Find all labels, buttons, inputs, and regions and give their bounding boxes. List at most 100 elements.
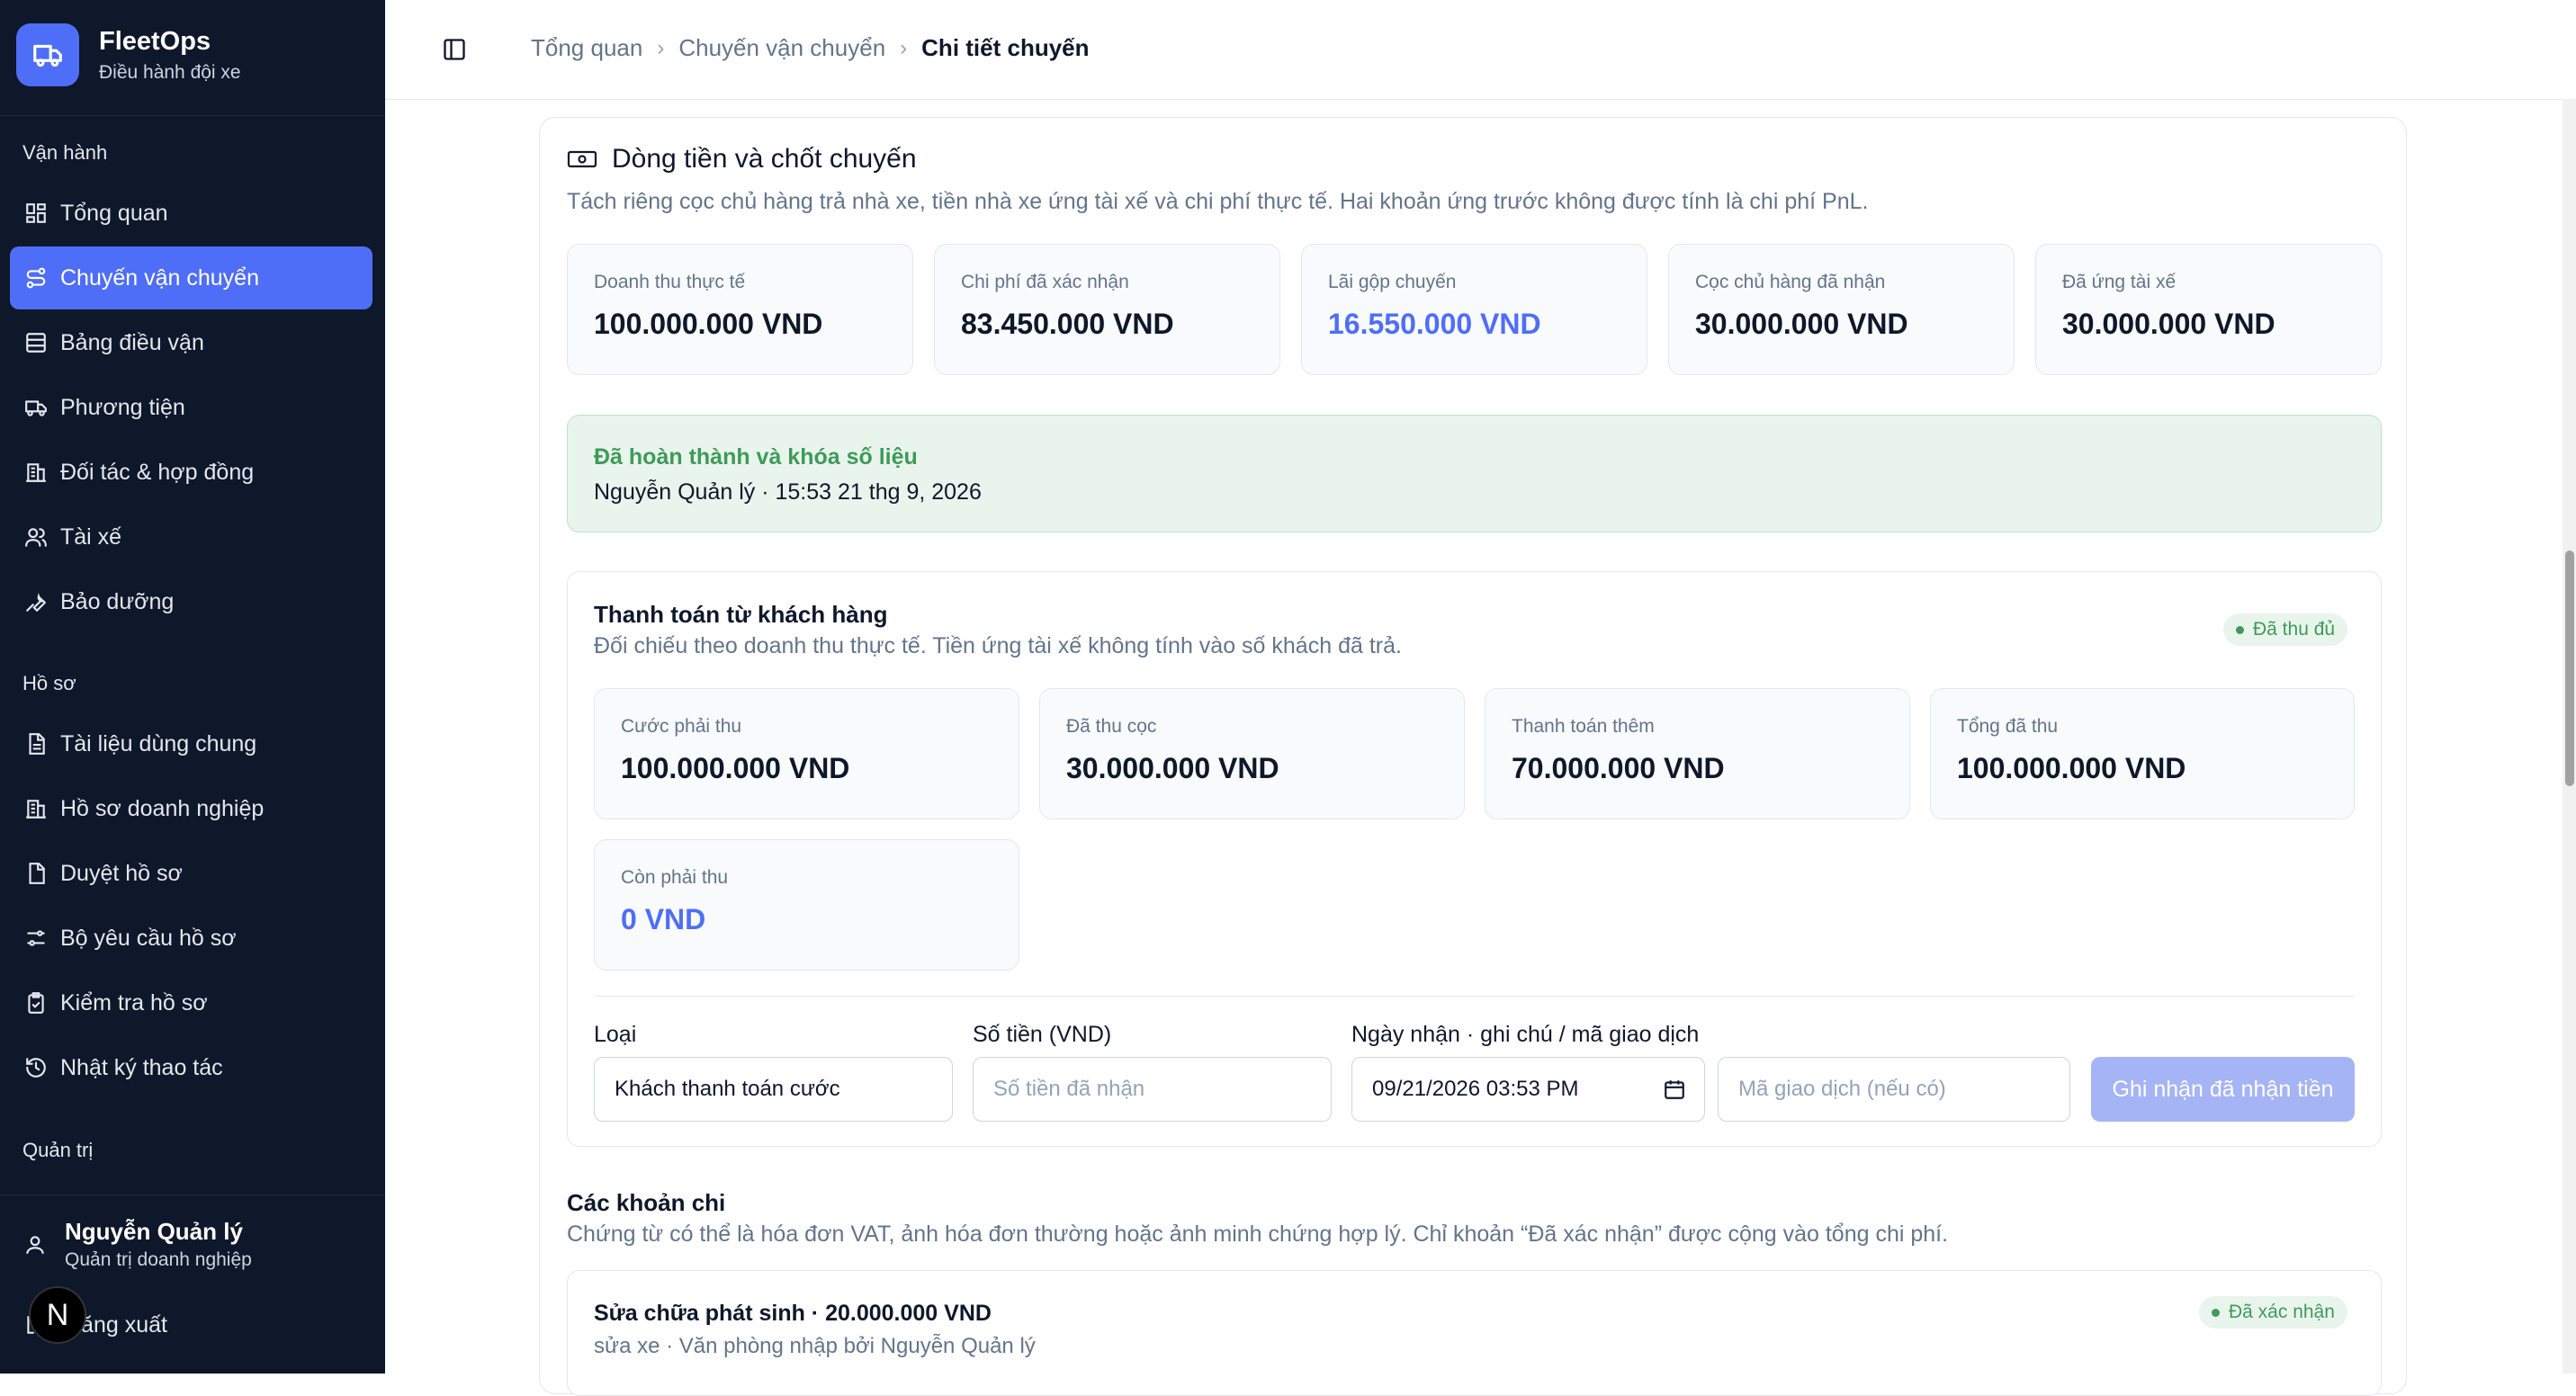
transaction-code-input[interactable]: Mã giao dịch (nếu có) xyxy=(1718,1057,2070,1122)
divider xyxy=(594,996,2355,997)
stat-value: 0 VND xyxy=(621,903,706,935)
stat-value: 30.000.000 VND xyxy=(1695,308,1908,340)
top-bar: Tổng quan › Chuyến vận chuyển › Chi tiết… xyxy=(385,0,2576,100)
payment-title: Thanh toán từ khách hàng xyxy=(594,601,888,628)
clipboard-check-icon xyxy=(22,989,49,1016)
section-label-admin: Quản trị xyxy=(22,1139,94,1161)
sidebar-item-label: Tổng quan xyxy=(60,200,168,226)
expense-item[interactable] xyxy=(567,1270,2382,1396)
brand-subtitle: Điều hành đội xe xyxy=(99,61,241,83)
sidebar-item-check-profiles[interactable]: Kiểm tra hồ sơ xyxy=(10,971,372,1034)
status-dot-icon xyxy=(2236,625,2244,634)
stat-label: Doanh thu thực tế xyxy=(594,272,746,292)
stat-label: Đã ứng tài xế xyxy=(2062,272,2177,292)
history-icon xyxy=(22,1054,49,1081)
truck-logo-icon xyxy=(16,23,79,86)
board-icon xyxy=(22,329,49,356)
sidebar-item-activity-log[interactable]: Nhật ký thao tác xyxy=(10,1036,372,1099)
sidebar-item-label: Kiểm tra hồ sơ xyxy=(60,989,208,1016)
stat-label: Chi phí đã xác nhận xyxy=(961,272,1129,292)
breadcrumb-trips[interactable]: Chuyến vận chuyển xyxy=(678,34,885,62)
sidebar-item-shared-docs[interactable]: Tài liệu dùng chung xyxy=(10,712,372,775)
sidebar-item-label: Bảng điều vận xyxy=(60,329,204,355)
calendar-icon[interactable] xyxy=(1663,1078,1686,1107)
record-payment-button[interactable]: Ghi nhận đã nhận tiền xyxy=(2091,1057,2355,1122)
sidebar-item-label: Hồ sơ doanh nghiệp xyxy=(60,795,265,821)
wrench-icon xyxy=(22,588,49,615)
sidebar-item-profile-requirements[interactable]: Bộ yêu cầu hồ sơ xyxy=(10,907,372,970)
sidebar-toggle-icon[interactable] xyxy=(441,36,468,63)
stat-driver-advance: Đã ứng tài xế 30.000.000 VND xyxy=(2035,244,2382,375)
breadcrumb: Tổng quan › Chuyến vận chuyển › Chi tiết… xyxy=(531,34,1090,62)
chevron-right-icon: › xyxy=(900,35,908,60)
file-text-icon xyxy=(22,730,49,757)
sidebar-item-vehicles[interactable]: Phương tiện xyxy=(10,376,372,439)
stat-value: 100.000.000 VND xyxy=(594,308,823,340)
sidebar-item-drivers[interactable]: Tài xế xyxy=(10,506,372,568)
sidebar-item-dispatch[interactable]: Bảng điều vận xyxy=(10,311,372,374)
sidebar-item-label: Tài xế xyxy=(60,524,122,550)
locked-title: Đã hoàn thành và khóa số liệu xyxy=(594,444,918,470)
amount-input[interactable]: Số tiền đã nhận xyxy=(973,1057,1332,1122)
scrollbar-thumb[interactable] xyxy=(2565,550,2574,786)
building-icon xyxy=(22,795,49,822)
stat-shipper-deposit: Cọc chủ hàng đã nhận 30.000.000 VND xyxy=(1668,244,2015,375)
sidebar-item-label: Tài liệu dùng chung xyxy=(60,730,257,756)
dev-tools-badge[interactable]: N xyxy=(29,1286,86,1344)
section-label-operations: Vận hành xyxy=(22,141,108,164)
user-name: Nguyễn Quản lý xyxy=(65,1218,243,1245)
expenses-description: Chứng từ có thể là hóa đơn VAT, ảnh hóa … xyxy=(567,1222,1949,1247)
stat-value: 100.000.000 VND xyxy=(621,752,850,784)
sliders-icon xyxy=(22,925,49,952)
breadcrumb-current: Chi tiết chuyến xyxy=(921,34,1090,61)
type-label: Loại xyxy=(594,1022,637,1047)
cashflow-title-text: Dòng tiền và chốt chuyến xyxy=(612,144,917,174)
stat-value: 16.550.000 VND xyxy=(1328,308,1541,340)
cashflow-description: Tách riêng cọc chủ hàng trả nhà xe, tiền… xyxy=(567,189,1869,214)
locked-detail: Nguyễn Quản lý · 15:53 21 thg 9, 2026 xyxy=(594,479,982,505)
payment-type-select[interactable]: Khách thanh toán cước xyxy=(594,1057,953,1122)
stat-label: Còn phải thu xyxy=(621,867,729,888)
expense-item-title: Sửa chữa phát sinh · 20.000.000 VND xyxy=(594,1301,992,1326)
sidebar: FleetOps Điều hành đội xe Vận hành Tổng … xyxy=(0,0,385,1374)
stat-freight-receivable: Cước phải thu 100.000.000 VND xyxy=(594,688,1019,819)
sidebar-item-maintenance[interactable]: Bảo dưỡng xyxy=(10,570,372,633)
sidebar-item-label: Nhật ký thao tác xyxy=(60,1054,223,1080)
sidebar-item-label: Bảo dưỡng xyxy=(60,588,175,614)
brand-name: FleetOps xyxy=(99,26,211,56)
brand[interactable]: FleetOps Điều hành đội xe xyxy=(16,23,241,86)
sidebar-item-overview[interactable]: Tổng quan xyxy=(10,182,372,245)
stat-actual-revenue: Doanh thu thực tế 100.000.000 VND xyxy=(567,244,913,375)
building-icon xyxy=(22,459,49,486)
stat-deposit-received: Đã thu cọc 30.000.000 VND xyxy=(1039,688,1465,819)
breadcrumb-home[interactable]: Tổng quan xyxy=(531,34,642,62)
date-label: Ngày nhận · ghi chú / mã giao dịch xyxy=(1351,1022,1700,1047)
stat-value: 83.450.000 VND xyxy=(961,308,1174,340)
route-icon xyxy=(22,264,49,291)
stat-label: Thanh toán thêm xyxy=(1512,716,1655,737)
stat-value: 30.000.000 VND xyxy=(2062,308,2275,340)
stat-label: Lãi gộp chuyến xyxy=(1328,272,1457,292)
status-badge-label: Đã xác nhận xyxy=(2229,1302,2335,1322)
stat-label: Cọc chủ hàng đã nhận xyxy=(1695,272,1886,292)
date-time-input[interactable]: 09/21/2026 03:53 PM xyxy=(1351,1057,1705,1122)
user-menu[interactable]: Nguyễn Quản lý Quản trị doanh nghiệp xyxy=(22,1218,252,1271)
status-dot-icon xyxy=(2212,1308,2220,1317)
stat-value: 100.000.000 VND xyxy=(1957,752,2186,784)
stat-remaining: Còn phải thu 0 VND xyxy=(594,839,1019,971)
banknote-icon xyxy=(567,148,597,171)
divider xyxy=(0,115,385,116)
stat-confirmed-cost: Chi phí đã xác nhận 83.450.000 VND xyxy=(934,244,1280,375)
sidebar-item-review-profiles[interactable]: Duyệt hồ sơ xyxy=(10,842,372,905)
user-icon xyxy=(22,1231,49,1258)
sidebar-item-partners[interactable]: Đối tác & hợp đồng xyxy=(10,441,372,504)
dashboard-grid-icon xyxy=(22,200,49,227)
stat-total-received: Tổng đã thu 100.000.000 VND xyxy=(1930,688,2355,819)
chevron-right-icon: › xyxy=(657,35,665,60)
section-label-records: Hồ sơ xyxy=(22,672,76,694)
status-badge: Đã thu đủ xyxy=(2223,613,2348,646)
status-badge: Đã xác nhận xyxy=(2199,1296,2347,1329)
sidebar-item-company-profile[interactable]: Hồ sơ doanh nghiệp xyxy=(10,777,372,840)
sidebar-item-trips[interactable]: Chuyến vận chuyển xyxy=(10,246,372,309)
sidebar-item-label: Phương tiện xyxy=(60,394,185,420)
